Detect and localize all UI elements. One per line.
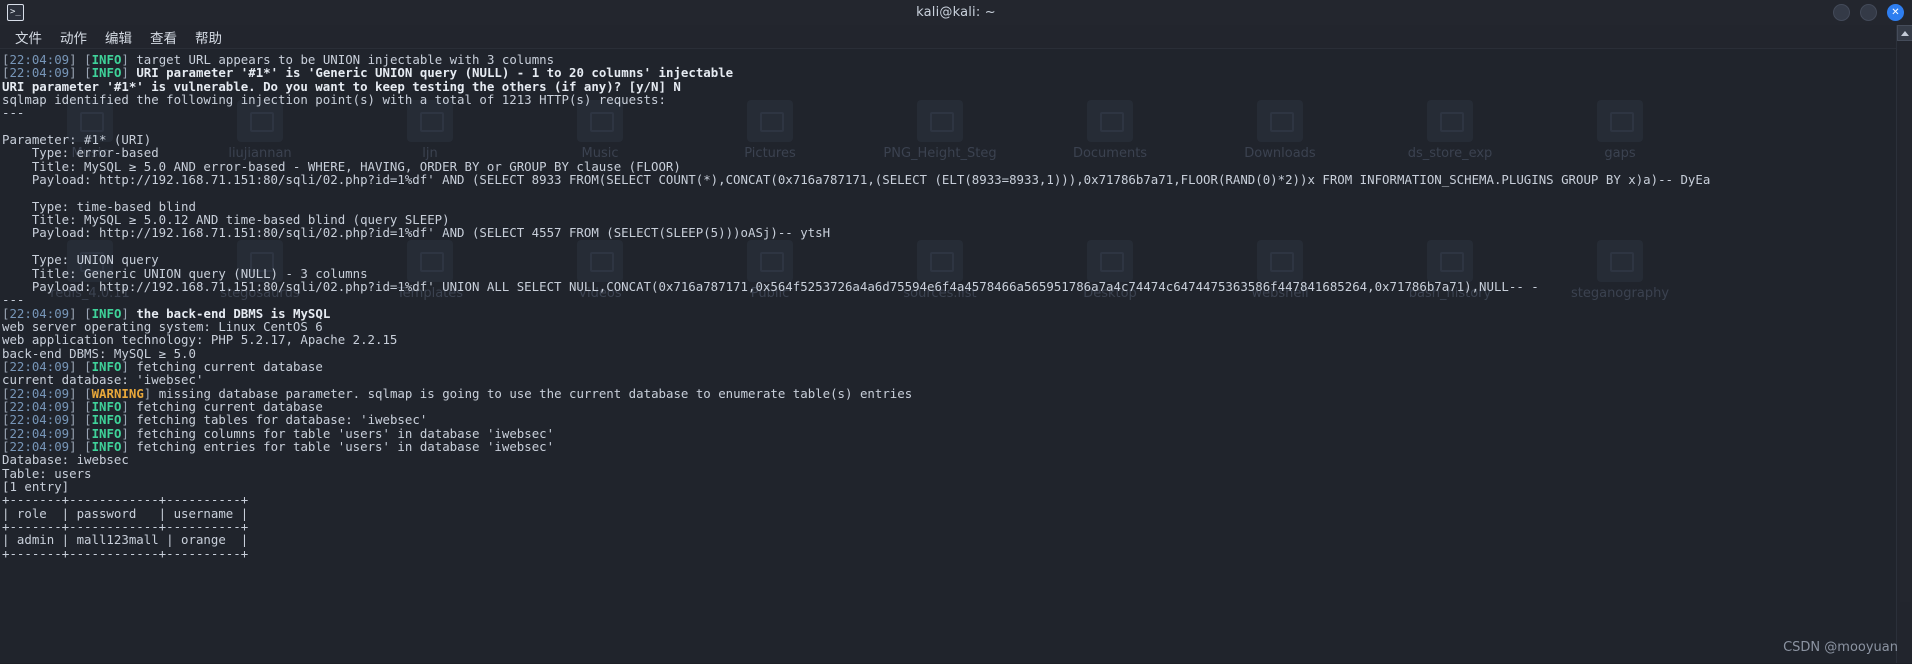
window-controls: ✕: [1833, 0, 1904, 25]
terminal-line: Type: UNION query: [2, 252, 159, 268]
menu-help[interactable]: 帮助: [186, 26, 231, 48]
window-titlebar: >_ kali@kali: ~ ✕: [0, 0, 1912, 25]
terminal-line: +-------+------------+----------+: [2, 519, 249, 535]
terminal-line: Table: users: [2, 465, 92, 481]
terminal-line: Parameter: #1* (URI): [2, 132, 152, 148]
terminal-line: Payload: http://192.168.71.151:80/sqli/0…: [2, 278, 1539, 294]
terminal-line: ---: [2, 292, 25, 308]
terminal-line: [22:04:09] [INFO] target URL appears to …: [2, 52, 555, 67]
terminal-output-area[interactable]: [22:04:09] [INFO] target URL appears to …: [0, 49, 1912, 664]
terminal-line: [1 entry]: [2, 479, 70, 494]
terminal-line: web application technology: PHP 5.2.17, …: [2, 332, 398, 348]
terminal-line: web server operating system: Linux CentO…: [2, 318, 323, 334]
terminal-line: | role | password | username |: [2, 505, 249, 521]
terminal-line: [22:04:09] [WARNING] missing database pa…: [2, 385, 913, 401]
close-button[interactable]: ✕: [1887, 4, 1904, 21]
terminal-line: [22:04:09] [INFO] fetching entries for t…: [2, 438, 555, 454]
terminal-line: current database: 'iwebsec': [2, 372, 204, 388]
terminal-line: Type: error-based: [2, 145, 159, 161]
terminal-line: | admin | mall123mall | orange |: [2, 532, 249, 548]
terminal-line: +-------+------------+----------+: [2, 492, 249, 508]
maximize-button[interactable]: [1860, 4, 1877, 21]
window-title: kali@kali: ~: [916, 5, 996, 20]
scroll-up-arrow-icon[interactable]: [1897, 25, 1912, 41]
terminal-icon: >_: [7, 4, 24, 21]
terminal-line: [22:04:09] [INFO] the back-end DBMS is M…: [2, 305, 331, 321]
terminal-line: back-end DBMS: MySQL ≥ 5.0: [2, 345, 196, 361]
terminal-line: [22:04:09] [INFO] fetching current datab…: [2, 358, 323, 374]
terminal-line: [22:04:09] [INFO] URI parameter '#1*' is…: [2, 65, 734, 81]
menu-file[interactable]: 文件: [6, 26, 51, 48]
menubar: 文件 动作 编辑 查看 帮助: [0, 25, 1912, 49]
terminal-line: Payload: http://192.168.71.151:80/sqli/0…: [2, 225, 831, 241]
menu-edit[interactable]: 编辑: [96, 26, 141, 48]
terminal-window: >_ kali@kali: ~ ✕ 文件 动作 编辑 查看 帮助 [22:04:…: [0, 0, 1912, 663]
terminal-line: Title: Generic UNION query (NULL) - 3 co…: [2, 265, 368, 281]
terminal-line: Title: MySQL ≥ 5.0.12 AND time-based bli…: [2, 212, 450, 228]
terminal-line: [22:04:09] [INFO] fetching columns for t…: [2, 425, 555, 441]
terminal-text: [22:04:09] [INFO] target URL appears to …: [2, 53, 1912, 560]
terminal-line: +-------+------------+----------+: [2, 545, 249, 561]
terminal-line: sqlmap identified the following injectio…: [2, 92, 666, 108]
watermark: CSDN @mooyuan: [1783, 640, 1898, 655]
scrollbar-thumb[interactable]: [1900, 42, 1911, 602]
terminal-line: Database: iwebsec: [2, 452, 129, 468]
terminal-line: ---: [2, 105, 25, 121]
terminal-line: [22:04:09] [INFO] fetching tables for da…: [2, 412, 428, 428]
terminal-line: Type: time-based blind: [2, 198, 196, 214]
menu-actions[interactable]: 动作: [51, 26, 96, 48]
terminal-line: Payload: http://192.168.71.151:80/sqli/0…: [2, 172, 1711, 188]
terminal-line: Title: MySQL ≥ 5.0 AND error-based - WHE…: [2, 158, 681, 174]
terminal-scrollbar[interactable]: [1896, 25, 1912, 663]
terminal-line: [22:04:09] [INFO] fetching current datab…: [2, 398, 323, 414]
minimize-button[interactable]: [1833, 4, 1850, 21]
menu-view[interactable]: 查看: [141, 26, 186, 48]
terminal-line: URI parameter '#1*' is vulnerable. Do yo…: [2, 78, 681, 94]
